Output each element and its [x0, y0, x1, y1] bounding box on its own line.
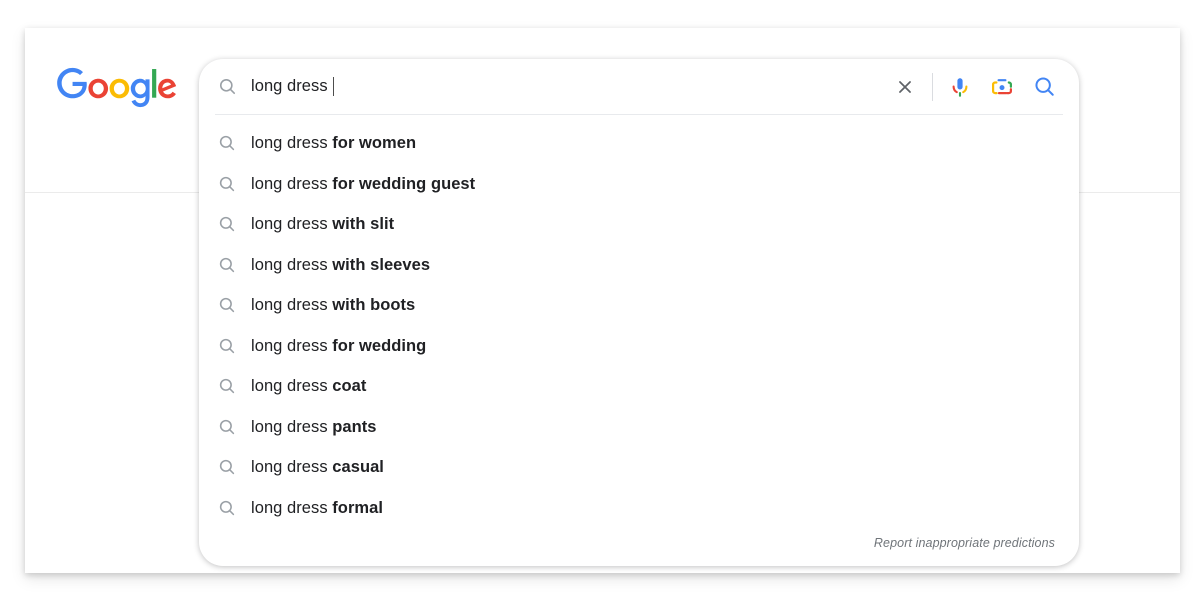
search-icon	[215, 212, 239, 236]
suggestion-completion: for women	[332, 134, 417, 152]
suggestion-prefix: long dress	[251, 255, 333, 274]
list-item[interactable]: long dress formal	[199, 488, 1079, 529]
microphone-icon[interactable]	[943, 70, 977, 104]
suggestion-text: long dress for wedding	[251, 336, 427, 355]
list-item[interactable]: long dress with sleeves	[199, 245, 1079, 286]
suggestion-completion: with sleeves	[332, 255, 431, 274]
search-icon	[215, 334, 239, 358]
suggestion-completion: pants	[332, 417, 377, 436]
search-icon	[215, 415, 239, 439]
search-icon	[215, 455, 239, 479]
suggestion-text: long dress for women	[251, 135, 416, 152]
search-icon	[215, 131, 239, 155]
search-suggestion-panel: long dress long dress for women long dre…	[199, 59, 1079, 566]
list-item[interactable]: long dress for women	[199, 123, 1079, 164]
suggestion-completion: for wedding guest	[332, 174, 476, 193]
suggestion-completion: casual	[332, 458, 384, 476]
camera-lens-icon[interactable]	[985, 70, 1019, 104]
list-item[interactable]: long dress with slit	[199, 204, 1079, 245]
suggestion-text: long dress with boots	[251, 297, 415, 314]
suggestion-text: long dress casual	[251, 459, 384, 476]
suggestion-prefix: long dress	[251, 498, 333, 517]
suggestion-completion: for wedding	[332, 336, 427, 355]
suggestion-list: long dress for women long dress for wedd…	[199, 115, 1079, 566]
suggestion-footer: Report inappropriate predictions	[199, 528, 1079, 566]
suggestion-prefix: long dress	[251, 296, 333, 314]
suggestion-prefix: long dress	[251, 134, 333, 152]
list-item[interactable]: long dress for wedding guest	[199, 164, 1079, 205]
google-logo[interactable]	[57, 66, 177, 110]
suggestion-completion: coat	[332, 377, 367, 395]
search-icon	[215, 374, 239, 398]
search-icon	[215, 172, 239, 196]
suggestion-text: long dress formal	[251, 498, 383, 517]
suggestion-prefix: long dress	[251, 215, 333, 233]
text-caret	[333, 77, 335, 96]
suggestion-text: long dress pants	[251, 417, 377, 436]
suggestion-completion: with slit	[332, 215, 395, 233]
suggestion-prefix: long dress	[251, 336, 333, 355]
search-input[interactable]: long dress	[251, 59, 888, 114]
suggestion-prefix: long dress	[251, 417, 333, 436]
search-submit-icon[interactable]	[1027, 70, 1061, 104]
search-action-icons	[888, 59, 1079, 114]
list-item[interactable]: long dress coat	[199, 366, 1079, 407]
search-icon	[215, 496, 239, 520]
close-icon[interactable]	[888, 70, 922, 104]
icon-divider	[932, 72, 933, 101]
search-icon	[215, 253, 239, 277]
list-item[interactable]: long dress for wedding	[199, 326, 1079, 367]
suggestion-text: long dress coat	[251, 378, 366, 395]
suggestion-text: long dress for wedding guest	[251, 174, 476, 193]
list-item[interactable]: long dress casual	[199, 447, 1079, 488]
report-predictions-link[interactable]: Report inappropriate predictions	[874, 536, 1055, 550]
search-input-row[interactable]: long dress	[199, 59, 1079, 114]
suggestion-text: long dress with slit	[251, 216, 394, 233]
list-item[interactable]: long dress with boots	[199, 285, 1079, 326]
suggestion-prefix: long dress	[251, 458, 333, 476]
search-icon	[215, 293, 239, 317]
suggestion-prefix: long dress	[251, 377, 333, 395]
suggestion-prefix: long dress	[251, 174, 333, 193]
suggestion-completion: with boots	[332, 296, 416, 314]
suggestion-completion: formal	[332, 498, 383, 517]
search-icon	[215, 75, 239, 99]
list-item[interactable]: long dress pants	[199, 407, 1079, 448]
suggestion-text: long dress with sleeves	[251, 255, 431, 274]
search-input-value: long dress	[251, 77, 333, 96]
